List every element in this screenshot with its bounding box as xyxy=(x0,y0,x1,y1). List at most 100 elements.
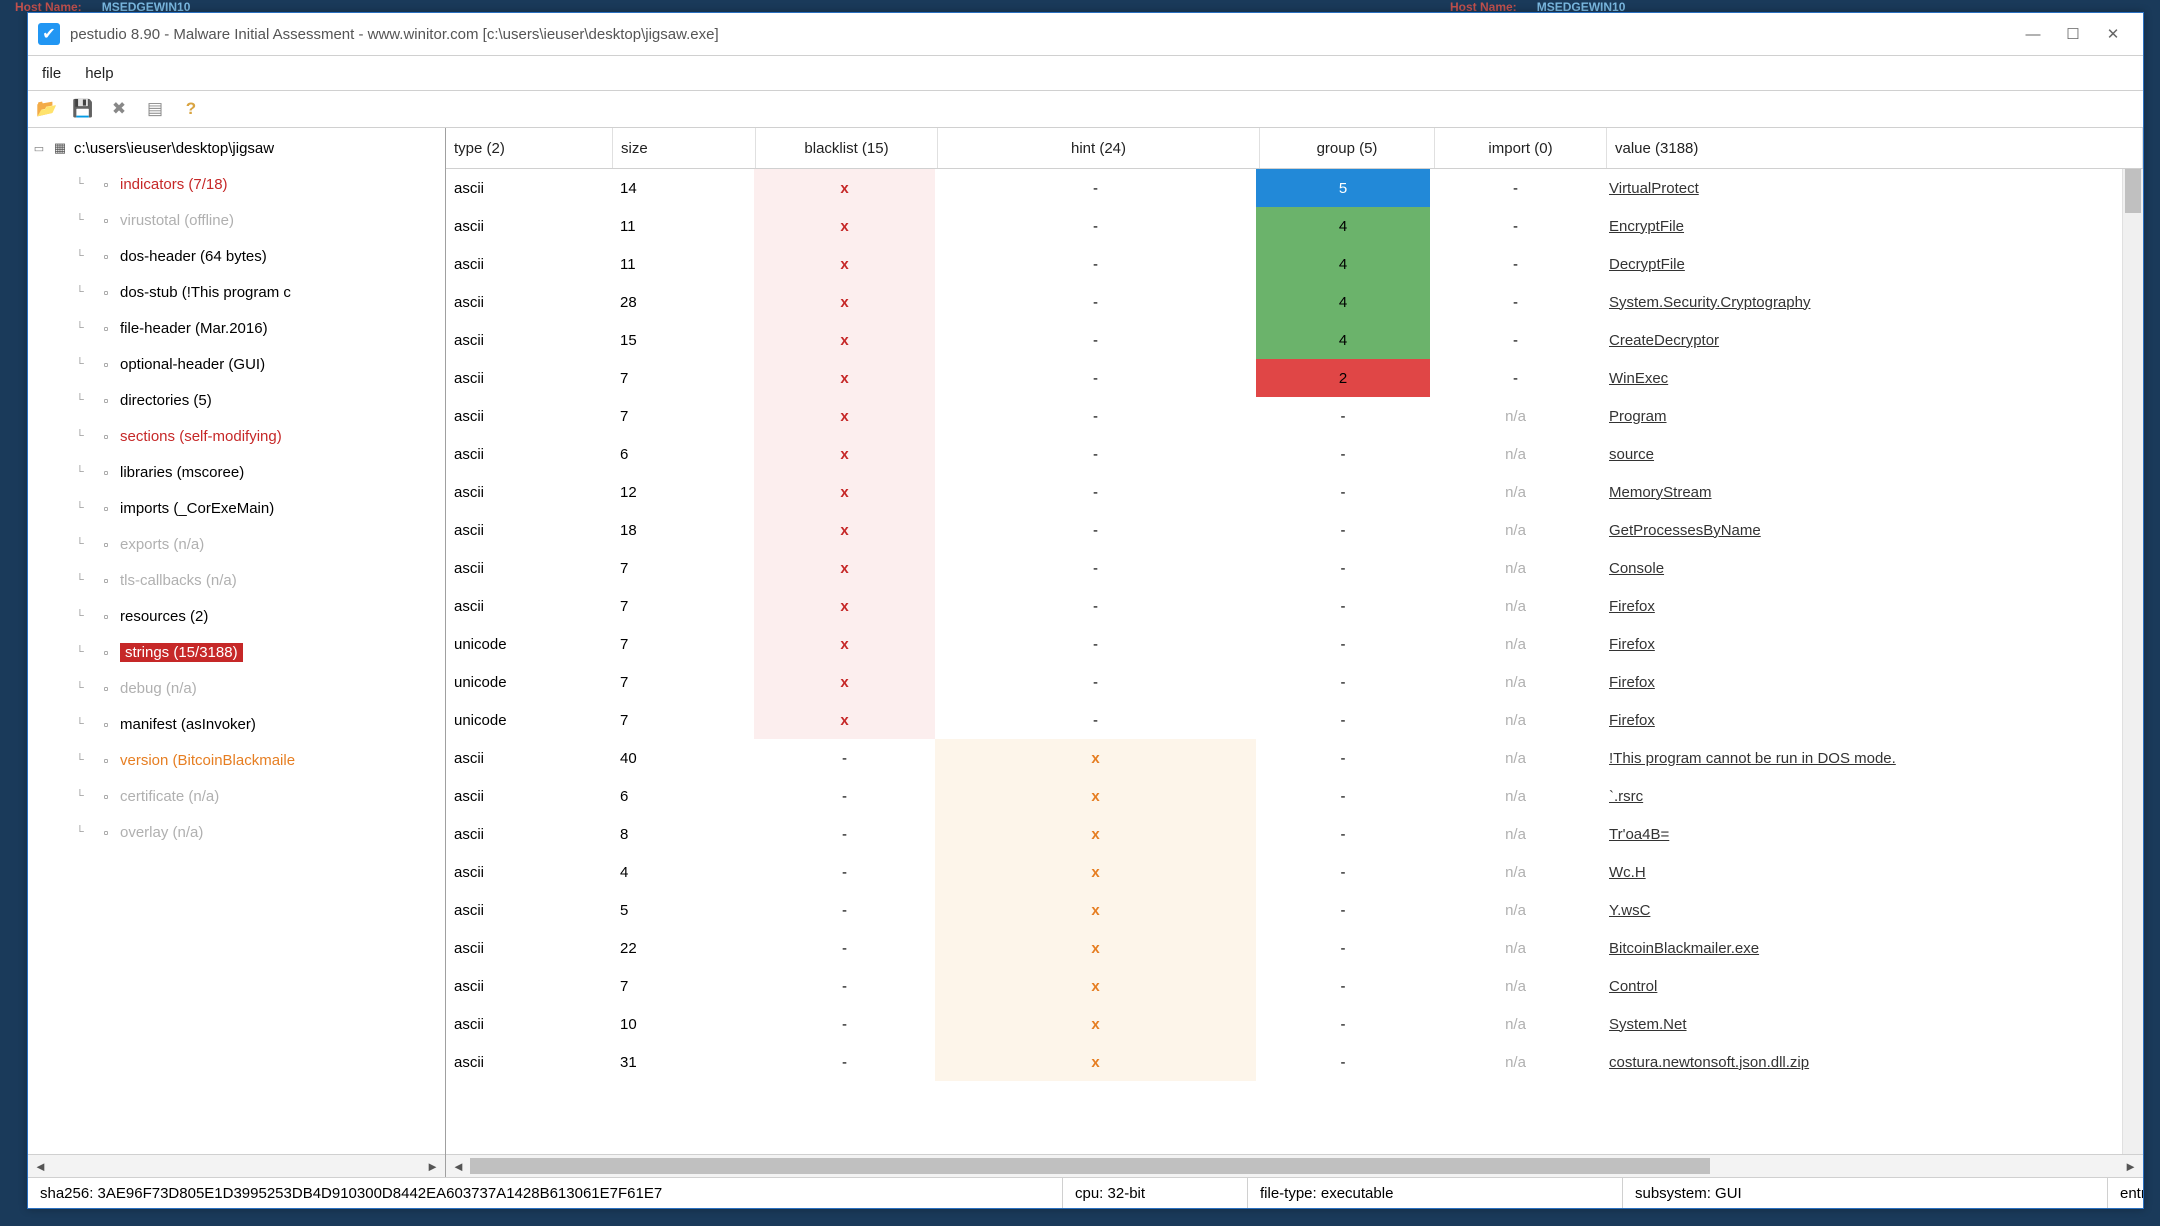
table-row[interactable]: ascii7-x-n/aControl xyxy=(446,967,2143,1005)
table-row[interactable]: ascii22-x-n/aBitcoinBlackmailer.exe xyxy=(446,929,2143,967)
value-link[interactable]: Wc.H xyxy=(1609,864,1646,881)
cell-size: 14 xyxy=(612,169,754,207)
col-group[interactable]: group (5) xyxy=(1260,128,1435,168)
value-link[interactable]: `.rsrc xyxy=(1609,788,1643,805)
tree-item[interactable]: └▫virustotal (offline) xyxy=(28,202,445,238)
col-type[interactable]: type (2) xyxy=(446,128,613,168)
value-link[interactable]: GetProcessesByName xyxy=(1609,522,1761,539)
tree-root[interactable]: ▭▦c:\users\ieuser\desktop\jigsaw xyxy=(28,130,445,166)
h-scroll-thumb[interactable] xyxy=(470,1158,1710,1174)
col-size[interactable]: size xyxy=(613,128,756,168)
table-row[interactable]: ascii7x--n/aConsole xyxy=(446,549,2143,587)
value-link[interactable]: Program xyxy=(1609,408,1667,425)
value-link[interactable]: EncryptFile xyxy=(1609,218,1684,235)
tree-item[interactable]: └▫directories (5) xyxy=(28,382,445,418)
value-link[interactable]: source xyxy=(1609,446,1654,463)
tree-item[interactable]: └▫exports (n/a) xyxy=(28,526,445,562)
tree-item[interactable]: └▫indicators (7/18) xyxy=(28,166,445,202)
table-row[interactable]: ascii4-x-n/aWc.H xyxy=(446,853,2143,891)
tree-item[interactable]: └▫file-header (Mar.2016) xyxy=(28,310,445,346)
tree-item[interactable]: └▫overlay (n/a) xyxy=(28,814,445,850)
minimize-button[interactable]: — xyxy=(2013,21,2053,47)
table-row[interactable]: ascii6x--n/asource xyxy=(446,435,2143,473)
table-row[interactable]: ascii8-x-n/aTr'oa4B= xyxy=(446,815,2143,853)
col-hint[interactable]: hint (24) xyxy=(938,128,1260,168)
tree-item[interactable]: └▫debug (n/a) xyxy=(28,670,445,706)
table-row[interactable]: ascii31-x-n/acostura.newtonsoft.json.dll… xyxy=(446,1043,2143,1081)
scroll-right-icon[interactable]: ► xyxy=(426,1159,439,1174)
table-row[interactable]: ascii10-x-n/aSystem.Net xyxy=(446,1005,2143,1043)
value-link[interactable]: MemoryStream xyxy=(1609,484,1712,501)
value-link[interactable]: DecryptFile xyxy=(1609,256,1685,273)
maximize-button[interactable]: ☐ xyxy=(2053,21,2093,47)
table-h-scrollbar[interactable]: ◄ ► xyxy=(446,1154,2143,1177)
tree-item[interactable]: └▫sections (self-modifying) xyxy=(28,418,445,454)
save-icon[interactable]: 💾 xyxy=(72,98,94,120)
menu-file[interactable]: file xyxy=(30,59,73,88)
help-icon[interactable]: ? xyxy=(180,98,202,120)
tree-item[interactable]: └▫dos-header (64 bytes) xyxy=(28,238,445,274)
table-row[interactable]: ascii7x--n/aFirefox xyxy=(446,587,2143,625)
tree-item[interactable]: └▫resources (2) xyxy=(28,598,445,634)
titlebar[interactable]: ✔ pestudio 8.90 - Malware Initial Assess… xyxy=(28,13,2143,56)
close-button[interactable]: ✕ xyxy=(2093,21,2133,47)
scroll-thumb[interactable] xyxy=(2125,169,2141,213)
delete-icon[interactable]: ✖ xyxy=(108,98,130,120)
table-row[interactable]: ascii7x-2-WinExec xyxy=(446,359,2143,397)
tree-item[interactable]: └▫manifest (asInvoker) xyxy=(28,706,445,742)
open-icon[interactable]: 📂 xyxy=(36,98,58,120)
tree-item[interactable]: └▫strings (15/3188) xyxy=(28,634,445,670)
value-link[interactable]: System.Security.Cryptography xyxy=(1609,294,1810,311)
table-row[interactable]: ascii15x-4-CreateDecryptor xyxy=(446,321,2143,359)
col-blacklist[interactable]: blacklist (15) xyxy=(756,128,938,168)
value-link[interactable]: Firefox xyxy=(1609,598,1655,615)
value-link[interactable]: CreateDecryptor xyxy=(1609,332,1719,349)
value-link[interactable]: Firefox xyxy=(1609,712,1655,729)
tree-item[interactable]: └▫certificate (n/a) xyxy=(28,778,445,814)
value-link[interactable]: Tr'oa4B= xyxy=(1609,826,1669,843)
tree-item[interactable]: └▫dos-stub (!This program c xyxy=(28,274,445,310)
tree-item[interactable]: └▫version (BitcoinBlackmaile xyxy=(28,742,445,778)
table-row[interactable]: ascii14x-5-VirtualProtect xyxy=(446,169,2143,207)
tree-item[interactable]: └▫imports (_CorExeMain) xyxy=(28,490,445,526)
menu-help[interactable]: help xyxy=(73,59,125,88)
col-import[interactable]: import (0) xyxy=(1435,128,1607,168)
table-row[interactable]: ascii40-x-n/a!This program cannot be run… xyxy=(446,739,2143,777)
table-row[interactable]: unicode7x--n/aFirefox xyxy=(446,625,2143,663)
value-link[interactable]: Console xyxy=(1609,560,1664,577)
value-link[interactable]: Y.wsC xyxy=(1609,902,1650,919)
tree-item[interactable]: └▫libraries (mscoree) xyxy=(28,454,445,490)
collapse-icon[interactable]: ▭ xyxy=(30,142,48,155)
value-link[interactable]: Firefox xyxy=(1609,636,1655,653)
table-row[interactable]: ascii6-x-n/a`.rsrc xyxy=(446,777,2143,815)
table-row[interactable]: ascii28x-4-System.Security.Cryptography xyxy=(446,283,2143,321)
node-icon: ▫ xyxy=(96,427,116,445)
value-link[interactable]: Control xyxy=(1609,978,1657,995)
scroll-left-icon[interactable]: ◄ xyxy=(452,1159,465,1174)
tree-h-scrollbar[interactable]: ◄ ► xyxy=(28,1154,445,1177)
table-row[interactable]: unicode7x--n/aFirefox xyxy=(446,701,2143,739)
cell-size: 6 xyxy=(612,777,754,815)
value-link[interactable]: costura.newtonsoft.json.dll.zip xyxy=(1609,1054,1809,1071)
value-link[interactable]: BitcoinBlackmailer.exe xyxy=(1609,940,1759,957)
value-link[interactable]: !This program cannot be run in DOS mode. xyxy=(1609,750,1896,767)
value-link[interactable]: VirtualProtect xyxy=(1609,180,1699,197)
table-row[interactable]: ascii12x--n/aMemoryStream xyxy=(446,473,2143,511)
table-row[interactable]: ascii5-x-n/aY.wsC xyxy=(446,891,2143,929)
table-v-scrollbar[interactable] xyxy=(2122,169,2143,1154)
scroll-left-icon[interactable]: ◄ xyxy=(34,1159,47,1174)
node-icon: ▫ xyxy=(96,175,116,193)
tree-item[interactable]: └▫optional-header (GUI) xyxy=(28,346,445,382)
list-icon[interactable]: ▤ xyxy=(144,98,166,120)
table-row[interactable]: ascii18x--n/aGetProcessesByName xyxy=(446,511,2143,549)
table-row[interactable]: ascii11x-4-DecryptFile xyxy=(446,245,2143,283)
table-row[interactable]: ascii7x--n/aProgram xyxy=(446,397,2143,435)
value-link[interactable]: WinExec xyxy=(1609,370,1668,387)
tree-item[interactable]: └▫tls-callbacks (n/a) xyxy=(28,562,445,598)
table-row[interactable]: unicode7x--n/aFirefox xyxy=(446,663,2143,701)
value-link[interactable]: System.Net xyxy=(1609,1016,1687,1033)
col-value[interactable]: value (3188) xyxy=(1607,128,2143,168)
table-row[interactable]: ascii11x-4-EncryptFile xyxy=(446,207,2143,245)
scroll-right-icon[interactable]: ► xyxy=(2124,1159,2137,1174)
value-link[interactable]: Firefox xyxy=(1609,674,1655,691)
